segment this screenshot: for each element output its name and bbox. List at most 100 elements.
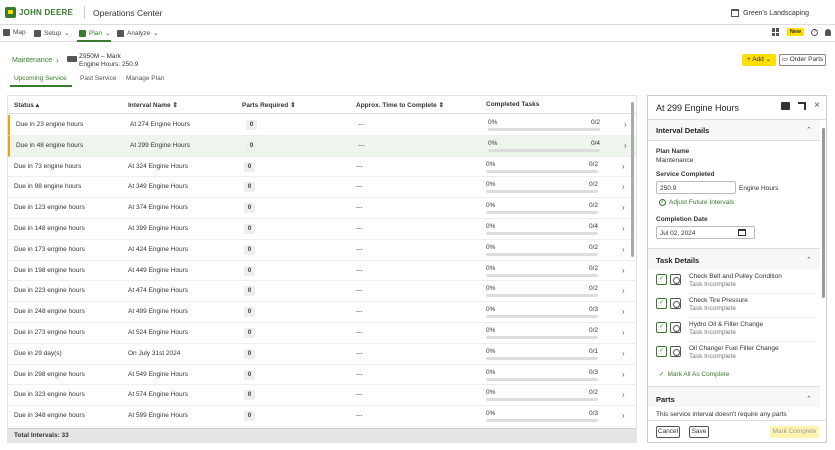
row-completion-percent: 0% <box>488 139 498 147</box>
cancel-button[interactable]: Cancel <box>656 426 680 438</box>
print-icon[interactable] <box>781 102 791 110</box>
row-approx-time: --- <box>356 162 363 170</box>
task-complete-checkbox[interactable]: ✓ <box>656 274 667 285</box>
chevron-up-icon[interactable]: ⌃ <box>806 256 812 264</box>
row-parts-required: 0 <box>246 140 257 151</box>
panel-scrollbar[interactable] <box>822 128 825 298</box>
task-complete-checkbox[interactable]: ✓ <box>656 322 667 333</box>
notifications-icon[interactable] <box>825 28 831 36</box>
service-completed-input[interactable]: 250.9 <box>656 181 736 194</box>
table-row[interactable]: Due in 148 engine hours At 399 Engine Hou… <box>8 218 636 240</box>
tab-upcoming-service[interactable]: Upcoming Service <box>14 75 67 82</box>
row-status: Due in 23 engine hours <box>16 121 84 128</box>
close-icon[interactable]: × <box>814 101 820 111</box>
calendar-icon[interactable] <box>738 229 746 236</box>
chevron-right-icon[interactable]: › <box>622 307 625 316</box>
chevron-right-icon[interactable]: › <box>622 349 625 358</box>
mark-complete-button[interactable]: Mark Complete <box>770 426 819 438</box>
row-status: Due in 348 engine hours <box>14 412 85 420</box>
task-timer-icon[interactable] <box>670 346 681 357</box>
table-row[interactable]: Due in 173 engine hours At 424 Engine Hou… <box>8 239 636 261</box>
task-divider <box>689 293 816 294</box>
table-row[interactable]: Due in 323 engine hours At 574 Engine Hou… <box>8 385 636 407</box>
chevron-down-icon: ⌄ <box>153 30 159 37</box>
table-row[interactable]: Due in 123 engine hours At 374 Engine Hou… <box>8 198 636 219</box>
chevron-up-icon[interactable]: ⌃ <box>806 126 812 134</box>
add-button[interactable]: + Add ⌄ <box>742 54 776 66</box>
expand-icon[interactable] <box>798 102 807 110</box>
table-row[interactable]: Due in 223 engine hours At 474 Engine Hou… <box>8 281 636 303</box>
header-approx-time[interactable]: Approx. Time to Complete ⇕ <box>356 101 444 109</box>
chevron-right-icon[interactable]: › <box>624 120 627 129</box>
tab-manage-plan[interactable]: Manage Plan <box>126 75 164 82</box>
chevron-right-icon[interactable]: › <box>624 141 627 150</box>
row-status: Due in 248 engine hours <box>14 308 85 316</box>
table-row[interactable]: Due in 23 engine hours At 274 Engine Hour… <box>8 115 636 136</box>
org-switcher[interactable]: Green's Landscaping <box>731 9 809 17</box>
chevron-right-icon[interactable]: › <box>622 328 625 337</box>
interval-details-title: Interval Details <box>656 126 710 135</box>
sort-icon: ⇕ <box>438 102 445 109</box>
save-button[interactable]: Save <box>689 426 709 438</box>
building-icon <box>731 9 740 17</box>
row-approx-time: --- <box>356 183 363 191</box>
table-row[interactable]: Due in 48 engine hours At 299 Engine Hour… <box>8 135 636 157</box>
chevron-right-icon[interactable]: › <box>622 370 625 379</box>
header-status[interactable]: Status ▴ <box>14 101 39 109</box>
header-divider <box>84 6 85 19</box>
task-name: Check Belt and Pulley Condition <box>689 273 782 280</box>
chevron-right-icon[interactable]: › <box>622 224 625 233</box>
table-row[interactable]: Due in 73 engine hours At 324 Engine Hour… <box>8 156 636 178</box>
table-scroll-thumb[interactable] <box>631 102 634 257</box>
nav-setup[interactable]: Setup ⌄ <box>34 29 69 37</box>
row-progress-bar <box>486 190 598 194</box>
table-row[interactable]: Due in 298 engine hours At 549 Engine Hou… <box>8 364 636 386</box>
row-completion-percent: 0% <box>486 306 496 314</box>
nav-map[interactable]: Map <box>3 29 26 36</box>
table-body: Due in 23 engine hours At 274 Engine Hour… <box>8 115 636 427</box>
chevron-right-icon[interactable]: › <box>622 390 625 399</box>
chevron-right-icon[interactable]: › <box>622 245 625 254</box>
order-parts-button[interactable]: ▭ Order Parts <box>779 54 826 66</box>
help-icon[interactable]: ? <box>811 28 818 36</box>
header-parts-required[interactable]: Parts Required ⇕ <box>242 101 296 109</box>
nav-analyze[interactable]: Analyze ⌄ <box>117 29 159 37</box>
chevron-right-icon[interactable]: › <box>622 266 625 275</box>
row-status: Due in 273 engine hours <box>14 328 85 336</box>
mark-all-complete-link[interactable]: ✓ Mark All As Complete <box>659 370 729 379</box>
table-row[interactable]: Due in 98 engine hours At 349 Engine Hour… <box>8 177 636 199</box>
row-approx-time: --- <box>356 412 363 420</box>
task-complete-checkbox[interactable]: ✓ <box>656 346 667 357</box>
task-timer-icon[interactable] <box>670 298 681 309</box>
john-deere-logo[interactable]: JOHN DEERE <box>5 7 73 18</box>
nav-plan[interactable]: Plan ⌄ <box>79 29 110 37</box>
chevron-up-icon[interactable]: ⌃ <box>806 395 812 403</box>
task-timer-icon[interactable] <box>670 274 681 285</box>
header-interval-name[interactable]: Interval Name ⇕ <box>128 101 178 109</box>
breadcrumb-maintenance[interactable]: Maintenance <box>12 57 52 64</box>
table-row[interactable]: Due in 198 engine hours At 449 Engine Hou… <box>8 260 636 282</box>
task-complete-checkbox[interactable]: ✓ <box>656 298 667 309</box>
tab-bar: Upcoming Service Past Service Manage Pla… <box>0 73 640 87</box>
chevron-right-icon[interactable]: › <box>622 286 625 295</box>
apps-grid-icon[interactable] <box>771 28 780 36</box>
chevron-right-icon[interactable]: › <box>622 182 625 191</box>
row-status: Due in 298 engine hours <box>14 370 85 378</box>
tab-past-service[interactable]: Past Service <box>80 75 117 82</box>
chevron-right-icon[interactable]: › <box>622 411 625 420</box>
chevron-right-icon[interactable]: › <box>622 203 625 212</box>
table-row[interactable]: Due in 248 engine hours At 499 Engine Hou… <box>8 302 636 323</box>
adjust-link-label: Adjust Future Intervals <box>669 199 735 206</box>
row-task-count: 0/2 <box>589 181 599 189</box>
table-row[interactable]: Due in 273 engine hours At 524 Engine Hou… <box>8 322 636 344</box>
table-row[interactable]: Due in 29 day(s) On July 31st 2024 0 --- 0% 0… <box>8 343 636 365</box>
page-subheader: Maintenance › Z950M – Mark Engine Hours:… <box>0 43 835 73</box>
task-timer-icon[interactable] <box>670 322 681 333</box>
new-badge[interactable]: New <box>786 28 804 36</box>
table-row[interactable]: Due in 348 engine hours At 599 Engine Hou… <box>8 406 636 427</box>
row-task-count: 0/2 <box>589 326 599 334</box>
adjust-future-intervals-link[interactable]: ✓ Adjust Future Intervals <box>659 199 734 206</box>
table-scrollbar[interactable] <box>630 98 635 441</box>
chevron-right-icon[interactable]: › <box>622 162 625 171</box>
row-progress-bar <box>486 398 598 402</box>
